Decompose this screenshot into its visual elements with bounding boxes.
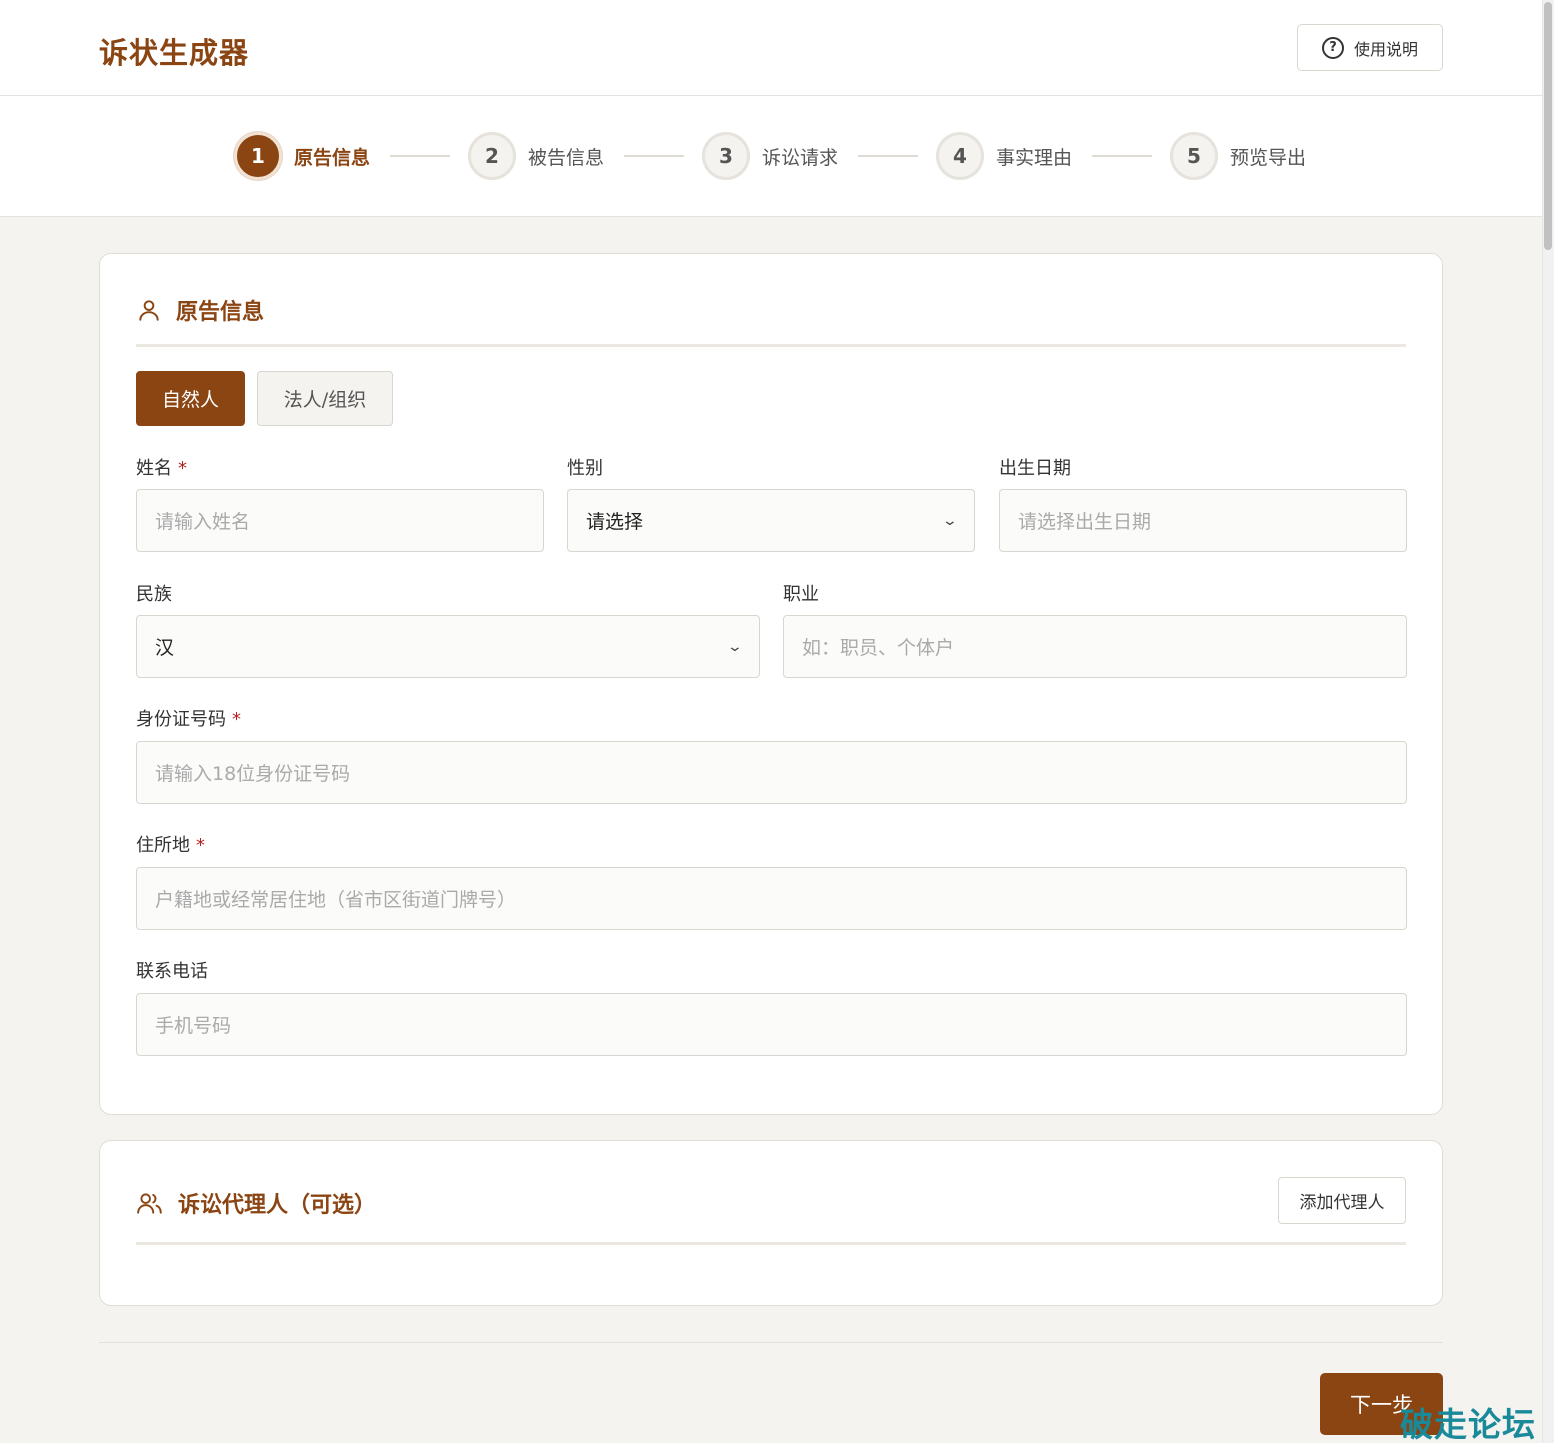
ethnicity-label: 民族 — [136, 584, 172, 605]
step-number: 3 — [702, 132, 750, 180]
step-number: 2 — [468, 132, 516, 180]
divider — [136, 344, 1406, 347]
step-connector — [390, 155, 450, 157]
chevron-down-icon: ⌄ — [726, 638, 744, 655]
tab-legal-entity[interactable]: 法人/组织 — [257, 371, 393, 426]
question-circle-icon: ? — [1321, 36, 1344, 59]
step-label: 事实理由 — [996, 146, 1073, 169]
address-label-text: 住所地 — [136, 835, 190, 856]
name-label: 姓名 * — [136, 454, 187, 480]
plaintiff-title-text: 原告信息 — [176, 300, 265, 325]
step-connector — [858, 155, 918, 157]
divider — [136, 1242, 1406, 1245]
users-icon — [137, 1193, 162, 1214]
app-title: 诉状生成器 — [99, 36, 250, 70]
address-input[interactable]: 户籍地或经常居住地（省市区街道门牌号） — [136, 867, 1407, 930]
step-label: 预览导出 — [1230, 146, 1307, 169]
step-connector — [1092, 155, 1152, 157]
name-input[interactable]: 请输入姓名 — [136, 489, 544, 552]
step-label: 原告信息 — [294, 146, 371, 169]
ethnicity-select[interactable]: 汉 ⌄ — [136, 615, 760, 678]
required-mark: * — [196, 835, 205, 856]
agent-card-title: 诉讼代理人（可选） — [136, 1187, 376, 1219]
step-2[interactable]: 2 被告信息 — [468, 131, 604, 181]
step-5[interactable]: 5 预览导出 — [1170, 131, 1306, 181]
required-mark: * — [232, 709, 241, 730]
app-header: 诉状生成器 ? 使用说明 — [0, 0, 1542, 96]
tab-natural-person[interactable]: 自然人 — [136, 371, 245, 426]
required-mark: * — [178, 458, 187, 479]
agent-card: 诉讼代理人（可选） 添加代理人 — [99, 1140, 1443, 1306]
plaintiff-card-title: 原告信息 — [136, 294, 264, 326]
gender-select[interactable]: 请选择 ⌄ — [567, 489, 975, 552]
agent-title-text: 诉讼代理人（可选） — [178, 1193, 377, 1218]
gender-value: 请选择 — [586, 511, 644, 533]
step-label: 被告信息 — [528, 146, 605, 169]
help-button[interactable]: ? 使用说明 — [1297, 24, 1443, 71]
chevron-down-icon: ⌄ — [941, 512, 959, 529]
birth-date-input[interactable]: 请选择出生日期 — [999, 489, 1407, 552]
step-3[interactable]: 3 诉讼请求 — [702, 131, 838, 181]
step-number: 4 — [936, 132, 984, 180]
watermark: 破走论坛 — [1400, 1405, 1536, 1443]
plaintiff-card: 原告信息 自然人 法人/组织 姓名 * 请输入姓名 性别 请选择 ⌄ 出生日期 请… — [99, 253, 1443, 1115]
phone-input[interactable]: 手机号码 — [136, 993, 1407, 1056]
user-icon — [139, 300, 159, 321]
scrollbar-thumb[interactable] — [1544, 2, 1552, 250]
id-number-label: 身份证号码 * — [136, 705, 241, 731]
gender-label: 性别 — [567, 458, 603, 479]
help-button-label: 使用说明 — [1353, 39, 1418, 59]
page: 诉状生成器 ? 使用说明 1 原告信息 2 被告信息 3 诉讼请求 4 事实理由… — [0, 0, 1554, 1443]
step-number: 1 — [234, 132, 282, 180]
id-number-label-text: 身份证号码 — [136, 709, 226, 730]
step-label: 诉讼请求 — [762, 146, 839, 169]
stepper: 1 原告信息 2 被告信息 3 诉讼请求 4 事实理由 5 预览导出 — [0, 96, 1542, 217]
ethnicity-value: 汉 — [155, 637, 175, 659]
birth-date-label: 出生日期 — [999, 458, 1071, 479]
step-4[interactable]: 4 事实理由 — [936, 131, 1072, 181]
name-label-text: 姓名 — [136, 458, 172, 479]
step-1[interactable]: 1 原告信息 — [234, 131, 370, 181]
step-connector — [624, 155, 684, 157]
add-agent-button[interactable]: 添加代理人 — [1278, 1177, 1406, 1224]
id-number-input[interactable]: 请输入18位身份证号码 — [136, 741, 1407, 804]
step-number: 5 — [1170, 132, 1218, 180]
occupation-input[interactable]: 如：职员、个体户 — [783, 615, 1407, 678]
phone-label: 联系电话 — [136, 961, 208, 982]
scrollbar[interactable] — [1542, 0, 1554, 1443]
address-label: 住所地 * — [136, 831, 205, 857]
occupation-label: 职业 — [783, 584, 819, 605]
footer-divider — [99, 1342, 1443, 1343]
